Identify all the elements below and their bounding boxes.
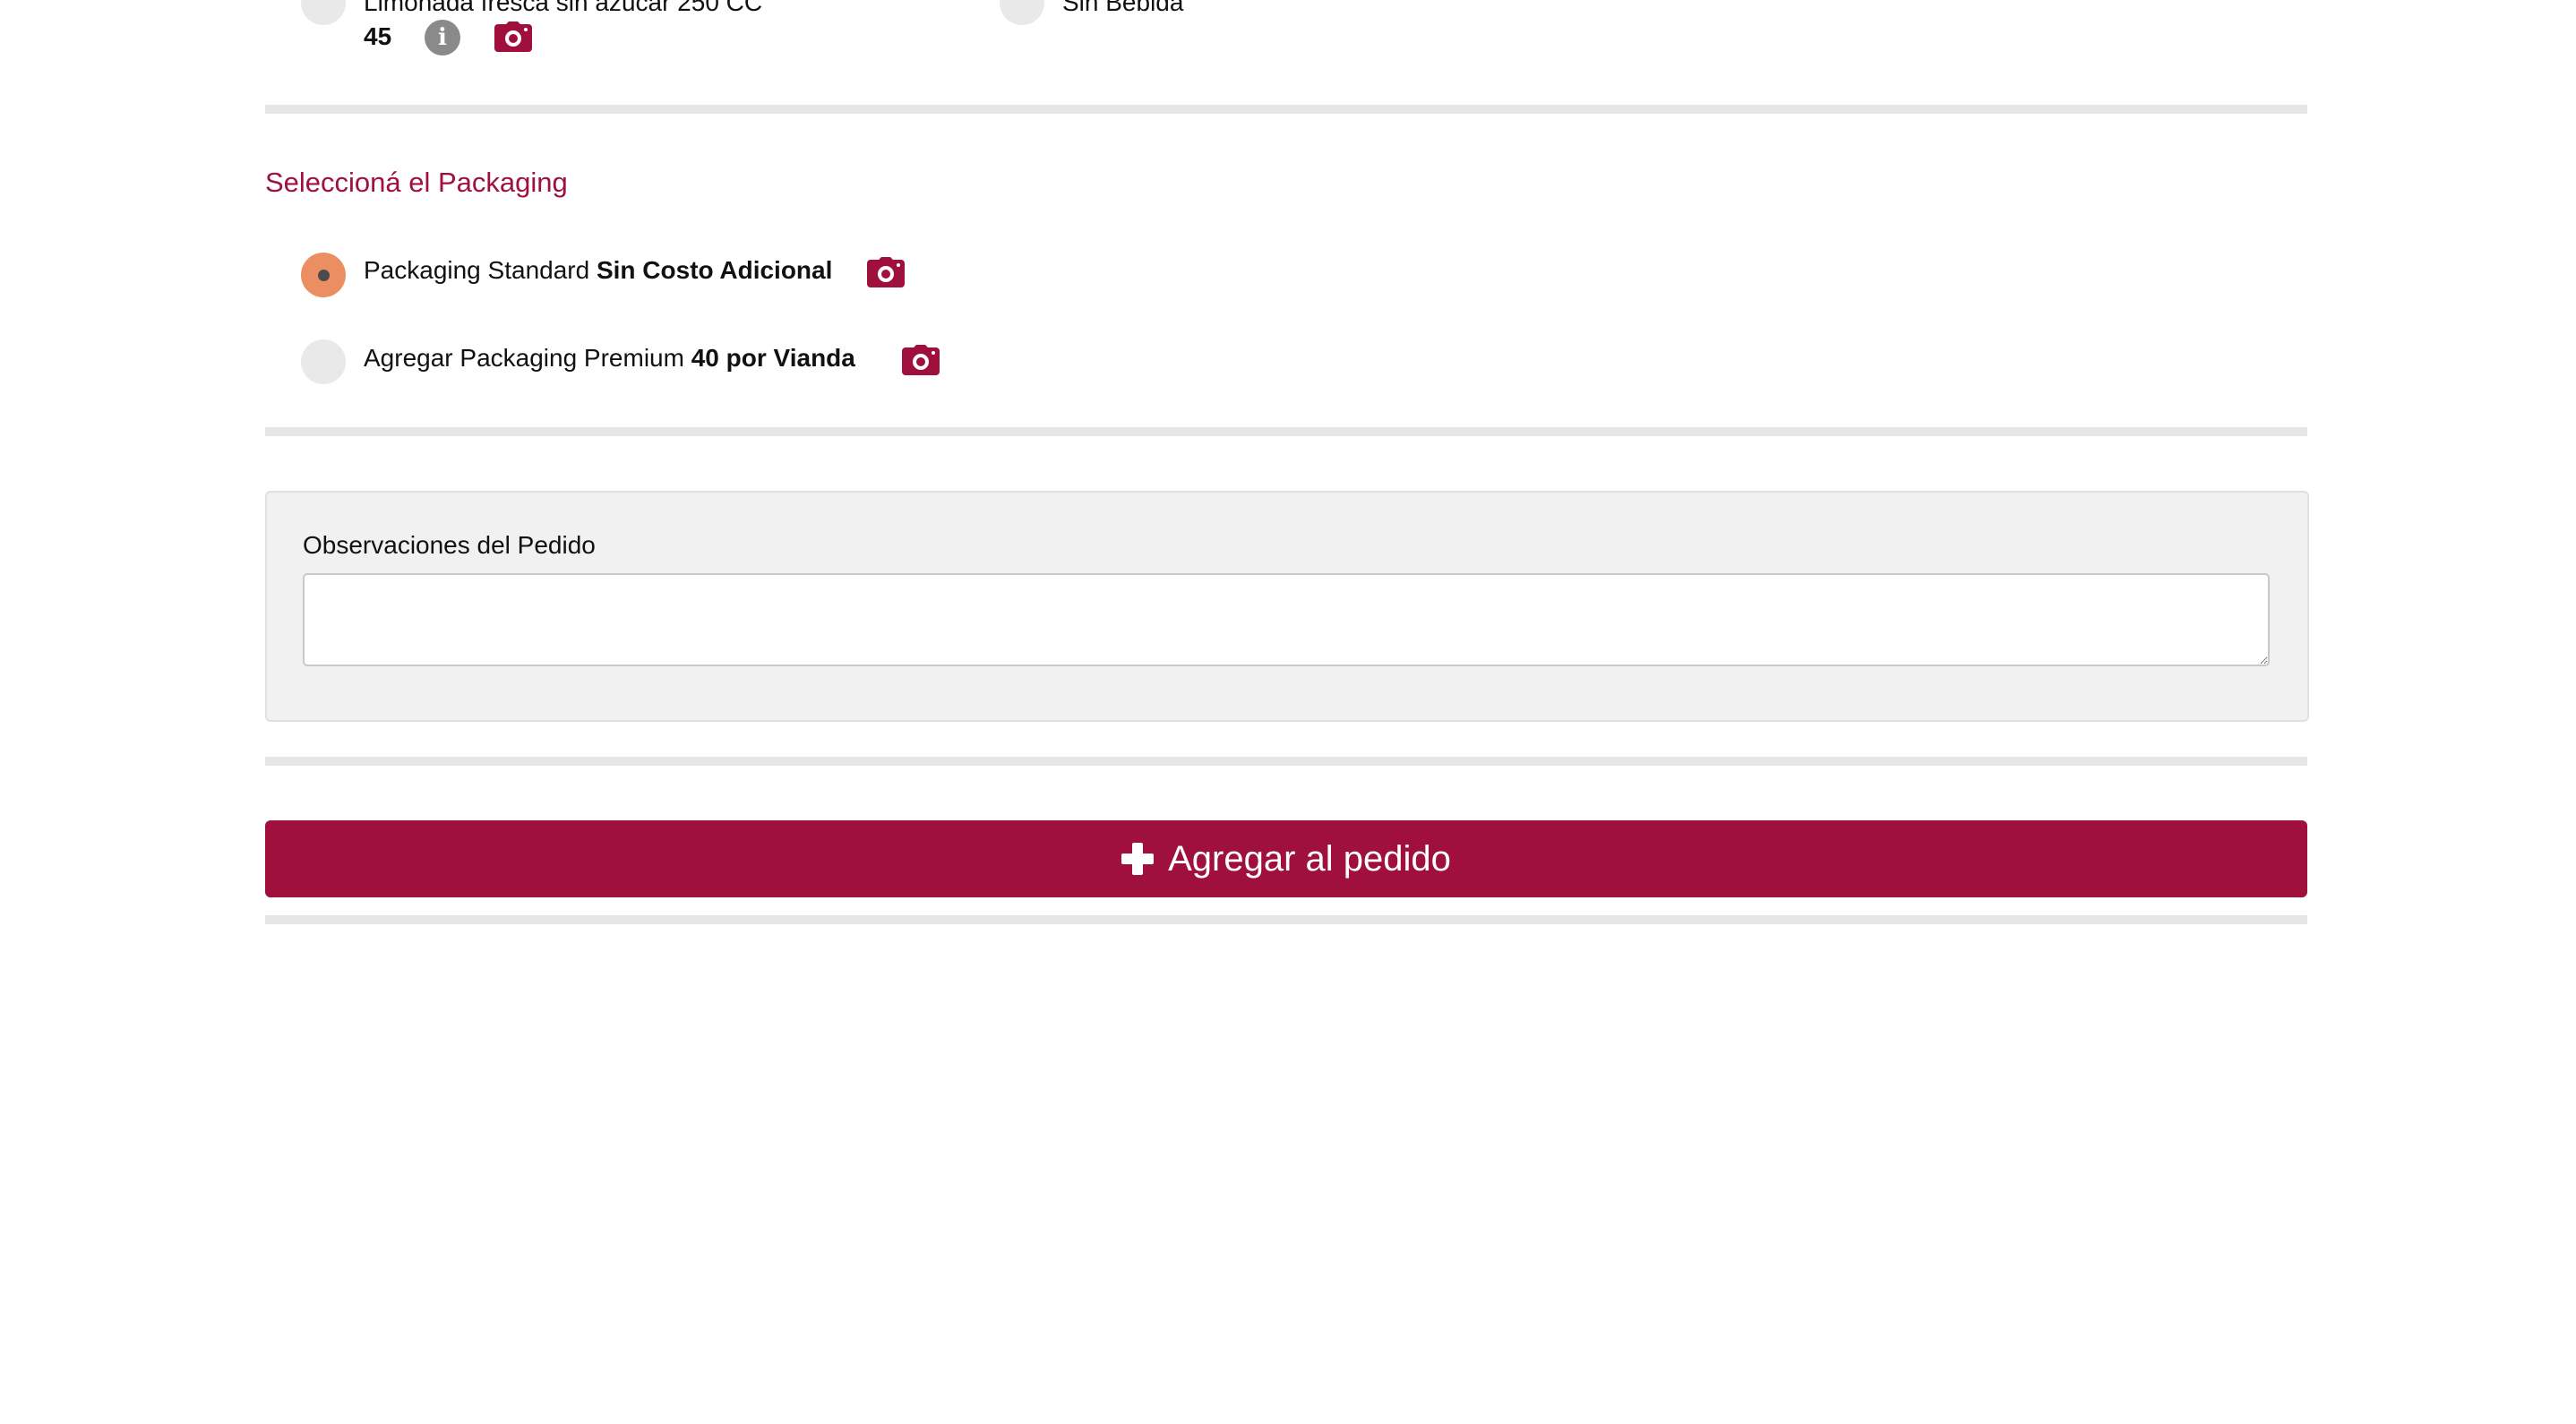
add-to-order-label: Agregar al pedido bbox=[1168, 838, 1451, 879]
camera-icon[interactable] bbox=[902, 345, 940, 375]
packaging-radio-premium[interactable] bbox=[301, 339, 346, 384]
packaging-standard-name: Packaging Standard bbox=[364, 256, 590, 284]
observations-panel: Observaciones del Pedido bbox=[265, 491, 2309, 722]
info-icon[interactable]: i bbox=[425, 20, 460, 56]
section-divider bbox=[265, 757, 2307, 766]
packaging-option-premium[interactable]: Agregar Packaging Premium 40 por Vianda bbox=[364, 343, 855, 373]
packaging-radio-standard[interactable] bbox=[301, 253, 346, 297]
packaging-premium-name: Agregar Packaging Premium bbox=[364, 344, 684, 372]
drink-radio-limonada[interactable] bbox=[301, 0, 346, 25]
packaging-premium-price: 40 por Vianda bbox=[691, 344, 855, 372]
add-to-order-button[interactable]: Agregar al pedido bbox=[265, 820, 2307, 897]
packaging-standard-price: Sin Costo Adicional bbox=[596, 256, 833, 284]
section-divider bbox=[265, 105, 2307, 114]
plus-icon bbox=[1121, 843, 1155, 875]
drink-radio-sin-bebida[interactable] bbox=[1000, 0, 1044, 25]
section-divider bbox=[265, 915, 2307, 924]
camera-icon[interactable] bbox=[867, 257, 905, 287]
observations-label: Observaciones del Pedido bbox=[303, 531, 596, 559]
drink-price-limonada: 45 bbox=[364, 22, 392, 50]
camera-icon[interactable] bbox=[494, 21, 532, 52]
observations-textarea[interactable] bbox=[303, 573, 2270, 666]
drink-label-sin-bebida: Sin Bebida bbox=[1062, 0, 1184, 16]
packaging-option-standard[interactable]: Packaging Standard Sin Costo Adicional bbox=[364, 255, 832, 286]
packaging-section-title: Seleccioná el Packaging bbox=[265, 167, 568, 198]
drink-label-limonada: Limonada fresca sin azúcar 250 CC bbox=[364, 0, 763, 16]
section-divider bbox=[265, 427, 2307, 436]
